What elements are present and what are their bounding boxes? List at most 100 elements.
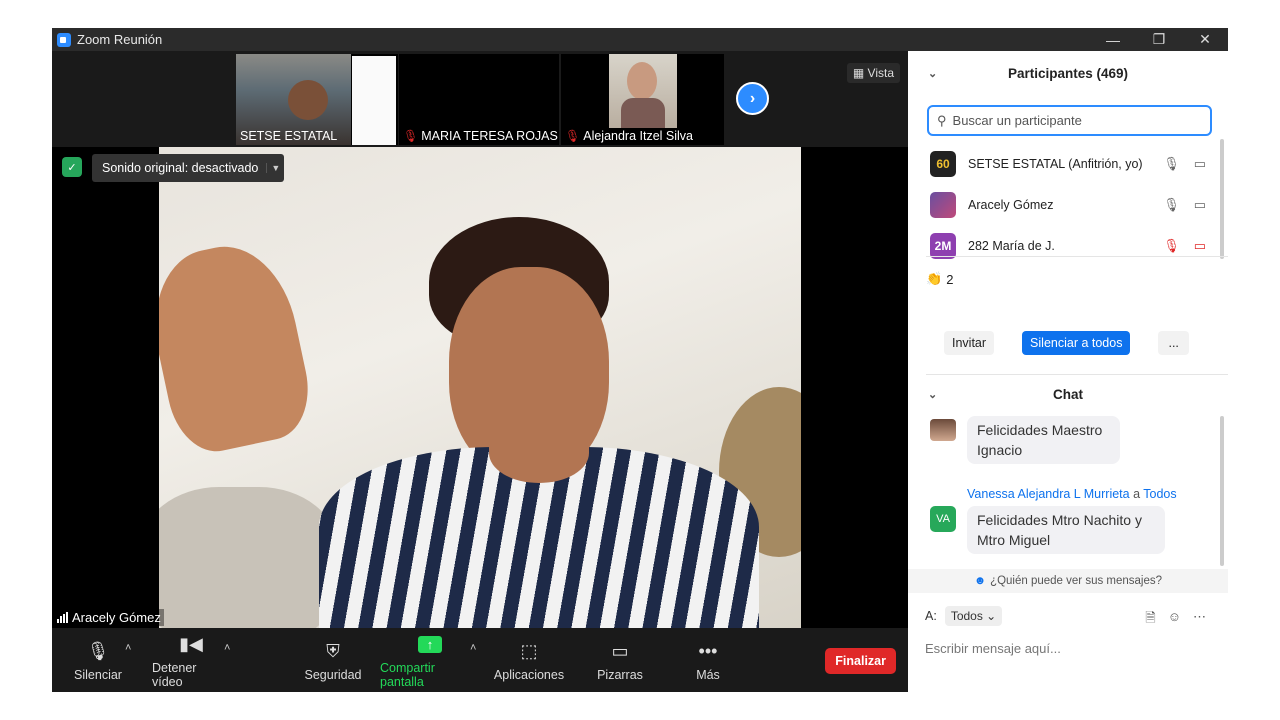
recipient-value: Todos: [950, 609, 983, 623]
participants-scrollbar[interactable]: [1220, 139, 1224, 259]
original-sound-label: Sonido original: desactivado: [102, 161, 259, 175]
security-button[interactable]: ⛨ Seguridad: [304, 628, 362, 692]
chevron-right-icon[interactable]: ›: [736, 82, 769, 115]
microphone-icon: 🎙: [86, 640, 110, 661]
avatar: 2M: [930, 232, 956, 259]
avatar: 60: [930, 150, 956, 177]
speaker-name: Aracely Gómez: [72, 610, 161, 625]
view-button[interactable]: ▦ Vista: [846, 63, 900, 83]
muted-mic-icon: 🎙: [403, 129, 419, 143]
muted-mic-icon: 🎙: [565, 129, 581, 143]
mute-all-button[interactable]: Silenciar a todos: [1022, 331, 1131, 355]
participant-name: 282 María de J.: [968, 238, 1055, 253]
chat-joiner: a: [1133, 487, 1141, 501]
apps-icon: ⬚: [520, 640, 538, 661]
share-screen-button[interactable]: ↑ Compartir pantalla: [380, 628, 480, 692]
thumbnail-name: MARIA TERESA ROJAS: [421, 129, 558, 143]
end-meeting-button[interactable]: Finalizar: [825, 648, 896, 674]
more-dots-icon: •••: [698, 640, 718, 661]
apps-label: Aplicaciones: [493, 668, 565, 682]
muted-mic-icon[interactable]: 🎙: [1163, 238, 1180, 254]
chevron-up-icon[interactable]: ˄: [224, 642, 230, 654]
avatar: [930, 419, 956, 441]
video-off-icon[interactable]: ▭: [1194, 238, 1206, 254]
stop-video-button[interactable]: ▮◀ Detener vídeo: [152, 628, 230, 692]
search-icon: ⚲: [937, 112, 947, 128]
share-screen-label: Compartir pantalla: [380, 661, 435, 689]
active-speaker-video: ✓ Sonido original: desactivado ▼ Aracely…: [52, 147, 908, 628]
chat-message-input[interactable]: Escribir mensaje aquí...: [925, 641, 1061, 656]
whiteboards-button[interactable]: ▭ Pizarras: [596, 628, 644, 692]
chat-sender-line: Vanessa Alejandra L Murrieta a Todos: [967, 487, 1177, 501]
more-options-button[interactable]: ...: [1158, 331, 1189, 355]
thumbnail-setse[interactable]: SETSE ESTATAL: [236, 54, 398, 145]
signal-bars-icon: [57, 612, 68, 623]
invite-button[interactable]: Invitar: [944, 331, 995, 355]
video-camera-icon: ▮◀: [179, 633, 203, 654]
mute-label: Silenciar: [74, 668, 122, 682]
participants-title: Participantes (469): [1007, 65, 1129, 81]
chat-recipient[interactable]: Todos: [1143, 487, 1176, 501]
security-label: Seguridad: [304, 668, 362, 682]
zoom-logo-icon: [57, 32, 71, 47]
participant-search-input[interactable]: ⚲ Buscar un participante: [927, 105, 1212, 136]
thumbnail-alejandra[interactable]: 🎙 Alejandra Itzel Silva: [561, 54, 724, 145]
chat-scrollbar[interactable]: [1220, 416, 1224, 566]
window-title: Zoom Reunión: [77, 32, 163, 47]
meeting-area: SETSE ESTATAL 🎙 MARIA TERESA ROJAS 🎙 Aleja…: [52, 51, 908, 692]
participant-name: SETSE ESTATAL (Anfitrión, yo): [968, 156, 1143, 171]
thumbnail-name: Alejandra Itzel Silva: [583, 129, 694, 143]
divider: [926, 256, 1228, 257]
file-icon[interactable]: 🗎: [1145, 609, 1155, 631]
speaker-name-tag: Aracely Gómez: [54, 609, 164, 626]
stop-video-label: Detener vídeo: [152, 661, 197, 689]
side-panel: ⌄ Participantes (469) ⚲ Buscar un partic…: [908, 51, 1228, 692]
participant-list: 60 SETSE ESTATAL (Anfitrión, yo) 🎙 ▭ Arac…: [908, 143, 1228, 266]
more-button[interactable]: ••• Más: [688, 628, 728, 692]
chevron-down-icon[interactable]: ⌄: [928, 388, 937, 401]
avatar: VA: [930, 506, 956, 532]
recipient-dropdown[interactable]: Todos ⌄: [944, 606, 1003, 626]
whiteboards-label: Pizarras: [597, 668, 643, 682]
chevron-up-icon[interactable]: ˄: [125, 642, 131, 654]
chevron-down-icon[interactable]: ▼: [266, 163, 284, 173]
restore-icon[interactable]: ❐: [1136, 28, 1182, 51]
close-icon[interactable]: ✕: [1182, 28, 1228, 51]
chevron-up-icon[interactable]: ˄: [470, 642, 476, 654]
security-shield-icon: ✓: [62, 157, 82, 177]
mute-button[interactable]: 🎙 Silenciar: [74, 628, 122, 692]
emoji-icon[interactable]: ☺: [1168, 609, 1181, 631]
original-sound-toggle[interactable]: Sonido original: desactivado ▼: [92, 154, 285, 182]
participant-row[interactable]: 2M 282 María de J. 🎙 ▭: [908, 225, 1228, 266]
participant-row[interactable]: Aracely Gómez 🎙 ▭: [908, 184, 1228, 225]
avatar: [930, 191, 956, 218]
search-placeholder: Buscar un participante: [952, 113, 1082, 128]
zoom-window: Zoom Reunión — ❐ ✕ SETSE ESTATAL 🎙 MARIA …: [52, 28, 1228, 692]
microphone-icon[interactable]: 🎙: [1163, 156, 1180, 172]
title-bar: Zoom Reunión — ❐ ✕: [52, 28, 1228, 51]
meeting-toolbar: 🎙 Silenciar ˄ ▮◀ Detener vídeo ˄ ⛨ Segur…: [52, 628, 908, 692]
participant-name: Aracely Gómez: [968, 197, 1054, 212]
chat-message: Felicidades Mtro Nachito y Mtro Miguel: [967, 506, 1165, 554]
chat-header: ⌄ Chat: [908, 376, 1228, 412]
more-label: Más: [696, 668, 720, 682]
who-can-see-link[interactable]: ☻ ¿Quién puede ver sus mensajes?: [908, 569, 1228, 593]
participants-header: ⌄ Participantes (469): [908, 51, 1228, 95]
microphone-icon[interactable]: 🎙: [1163, 197, 1180, 213]
video-camera-icon[interactable]: ▭: [1194, 156, 1206, 172]
who-can-see-label: ¿Quién puede ver sus mensajes?: [990, 575, 1163, 587]
view-label: Vista: [867, 66, 894, 80]
chat-sender[interactable]: Vanessa Alejandra L Murrieta: [967, 487, 1130, 501]
share-screen-icon: ↑: [418, 631, 442, 657]
apps-button[interactable]: ⬚ Aplicaciones: [494, 628, 564, 692]
thumbnail-strip: SETSE ESTATAL 🎙 MARIA TERESA ROJAS 🎙 Aleja…: [52, 51, 908, 147]
participant-row[interactable]: 60 SETSE ESTATAL (Anfitrión, yo) 🎙 ▭: [908, 143, 1228, 184]
chat-message: Felicidades Maestro Ignacio: [967, 416, 1120, 464]
video-camera-icon[interactable]: ▭: [1194, 197, 1206, 213]
chevron-down-icon[interactable]: ⌄: [928, 67, 937, 80]
clapping-hands-icon: 👏: [926, 271, 943, 286]
more-dots-icon[interactable]: ⋯: [1193, 609, 1206, 631]
to-label: A:: [925, 609, 937, 623]
minimize-icon[interactable]: —: [1090, 28, 1136, 51]
thumbnail-maria-teresa[interactable]: 🎙 MARIA TERESA ROJAS: [399, 54, 559, 145]
